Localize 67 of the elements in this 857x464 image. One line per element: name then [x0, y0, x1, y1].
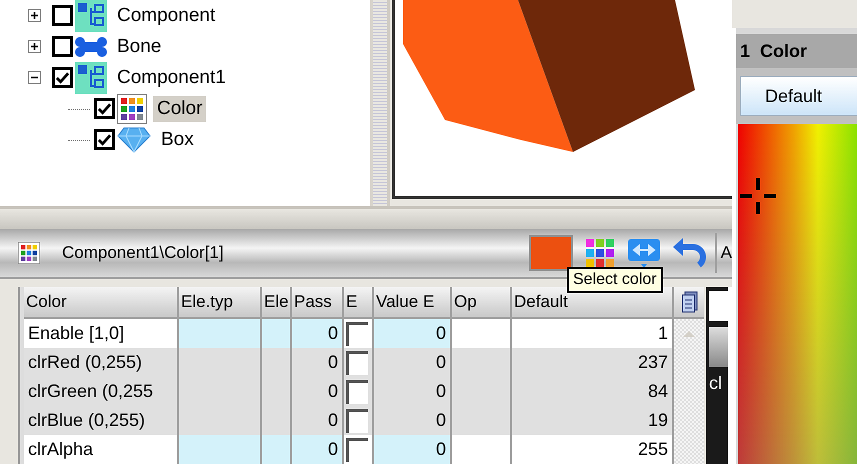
tree-item[interactable]: Component1 [113, 64, 230, 90]
column-header[interactable]: Ele [262, 287, 292, 317]
checkbox[interactable] [94, 98, 115, 119]
table-cell: clrRed (0,255) [24, 348, 179, 377]
checkbox[interactable] [346, 350, 368, 374]
table-row[interactable]: clrAlpha 0 0 255 [24, 435, 674, 464]
component-icon [75, 62, 107, 94]
bone-icon [75, 36, 107, 56]
column-header[interactable]: E [344, 287, 374, 317]
checkbox[interactable] [346, 408, 368, 432]
scrollbar[interactable] [674, 319, 704, 464]
table-cell: 237 [512, 348, 674, 377]
table-row[interactable]: Enable [1,0] 0 0 1 [24, 319, 674, 348]
palette-icon [18, 242, 40, 264]
input-field[interactable] [709, 291, 728, 321]
table-cell: 1 [512, 319, 674, 348]
table-row[interactable]: clrBlue (0,255) 0 0 19 [24, 406, 674, 435]
table-cell: 0 [374, 348, 452, 377]
table-cell: 255 [512, 435, 674, 464]
table-cell: clrBlue (0,255) [24, 406, 179, 435]
table-row[interactable]: clrRed (0,255) 0 0 237 [24, 348, 674, 377]
clipboard-icon[interactable] [682, 291, 698, 313]
component-path: Component1\Color[1] [62, 243, 224, 263]
checkbox[interactable] [94, 129, 115, 150]
checkbox[interactable] [346, 322, 368, 346]
strip-label: cl [709, 373, 723, 394]
table-cell: clrAlpha [24, 435, 179, 464]
table-cell: 84 [512, 377, 674, 406]
table-cell: 0 [374, 377, 452, 406]
crosshair-icon[interactable] [738, 176, 778, 216]
table-cell: 0 [374, 435, 452, 464]
table-cell: clrGreen (0,255 [24, 377, 179, 406]
table-cell: 0 [292, 377, 344, 406]
tree-item[interactable]: Bone [113, 34, 166, 60]
color-gradient[interactable] [738, 124, 857, 464]
table-cell: 0 [292, 319, 344, 348]
table-cell: 0 [374, 319, 452, 348]
tree-item[interactable]: Color [153, 96, 206, 122]
table-cell: Enable [1,0] [24, 319, 179, 348]
diamond-icon [117, 126, 151, 152]
table-cell: 19 [512, 406, 674, 435]
color-grid-icon[interactable] [584, 238, 615, 268]
checkbox[interactable] [52, 5, 73, 26]
color-swatch[interactable] [528, 235, 573, 271]
checkbox[interactable] [52, 36, 73, 57]
tooltip: Select color [567, 267, 663, 293]
toolbar-label: A [720, 243, 732, 263]
table-cell: 0 [374, 406, 452, 435]
table-cell: 0 [292, 435, 344, 464]
table-row[interactable]: clrGreen (0,255 0 0 84 [24, 377, 674, 406]
column-header[interactable]: Color [24, 287, 179, 317]
default-button[interactable]: Default [740, 76, 857, 116]
table-cell: 0 [292, 406, 344, 435]
checkbox[interactable] [346, 380, 368, 404]
resize-icon[interactable] [626, 238, 661, 268]
column-header[interactable]: Value E [374, 287, 452, 317]
panel-title: 1 Color [736, 34, 857, 68]
checkbox[interactable] [52, 67, 73, 88]
palette-icon [117, 94, 147, 124]
column-header[interactable]: Op [452, 287, 512, 317]
tree-item[interactable]: Box [157, 126, 198, 152]
table-cell: 0 [292, 348, 344, 377]
column-header[interactable]: Pass [292, 287, 344, 317]
tree-item[interactable]: Component [113, 2, 220, 28]
undo-icon[interactable] [672, 237, 707, 269]
column-header[interactable]: Ele.typ [179, 287, 262, 317]
component-icon [75, 0, 107, 32]
